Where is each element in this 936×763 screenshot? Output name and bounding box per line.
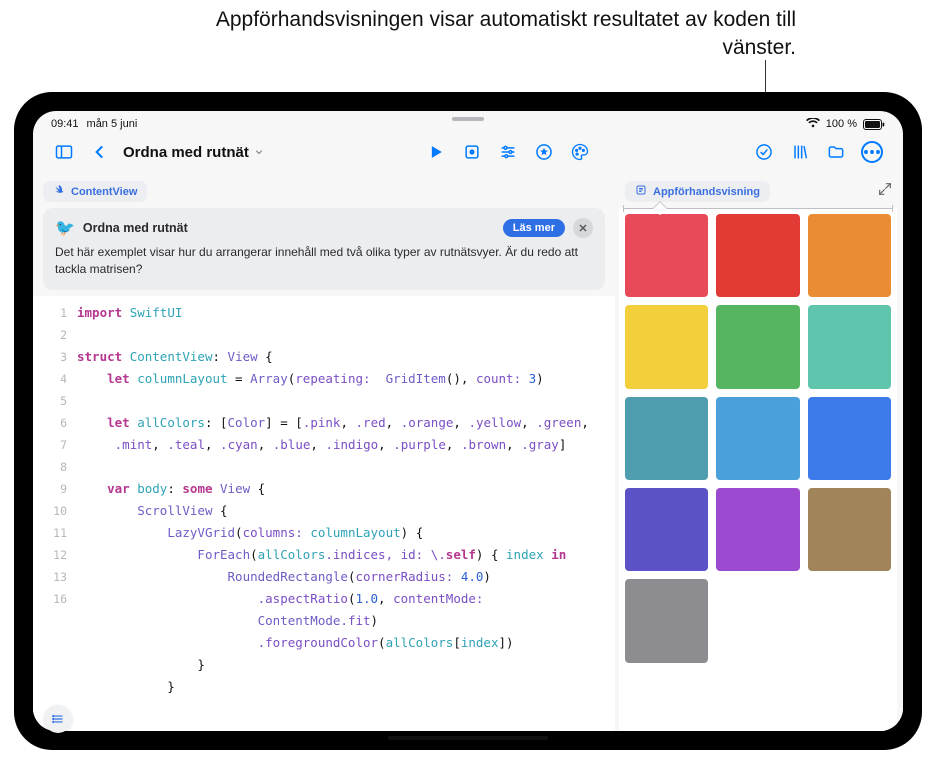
toolbar: Ordna med rutnät xyxy=(33,133,903,177)
battery-text: 100 % xyxy=(826,118,857,130)
color-swatch xyxy=(808,488,891,571)
color-swatch xyxy=(716,488,799,571)
code-body[interactable]: import SwiftUI struct ContentView: View … xyxy=(77,296,615,731)
project-title[interactable]: Ordna med rutnät xyxy=(119,144,269,161)
window-grabber[interactable] xyxy=(452,117,484,121)
outline-fab-button[interactable] xyxy=(44,705,72,733)
settings-sliders-icon[interactable] xyxy=(491,137,525,167)
callout-text: Appförhandsvisningen visar automatiskt r… xyxy=(200,6,796,63)
app-preview xyxy=(619,208,897,731)
expand-icon[interactable] xyxy=(877,181,893,202)
swift-icon xyxy=(53,184,65,199)
close-icon[interactable]: ✕ xyxy=(573,218,593,238)
project-title-label: Ordna med rutnät xyxy=(123,144,249,161)
status-time: 09:41 xyxy=(51,118,79,130)
ipad-frame: 09:41 mån 5 juni 100 % Ordna xyxy=(14,92,922,750)
file-chip-label: ContentView xyxy=(71,186,137,198)
step-icon[interactable] xyxy=(455,137,489,167)
battery-icon xyxy=(863,119,885,130)
status-bar: 09:41 mån 5 juni 100 % xyxy=(33,111,903,133)
color-swatch xyxy=(625,579,708,662)
banner-title: Ordna med rutnät xyxy=(83,221,495,235)
more-icon[interactable] xyxy=(855,137,889,167)
folder-icon[interactable] xyxy=(819,137,853,167)
library-icon[interactable] xyxy=(783,137,817,167)
sidebar-toggle-icon[interactable] xyxy=(47,137,81,167)
color-swatch xyxy=(716,305,799,388)
check-circle-icon[interactable] xyxy=(747,137,781,167)
read-more-button[interactable]: Läs mer xyxy=(503,219,565,237)
home-indicator[interactable] xyxy=(388,736,548,740)
file-chip[interactable]: ContentView xyxy=(43,181,147,202)
info-banner: 🐦 Ordna med rutnät Läs mer ✕ Det här exe… xyxy=(43,208,605,290)
status-date: mån 5 juni xyxy=(87,118,138,130)
color-swatch xyxy=(625,488,708,571)
preview-chip[interactable]: Appförhandsvisning xyxy=(625,181,770,202)
tutorial-icon: 🐦 xyxy=(55,218,75,238)
color-swatch xyxy=(808,214,891,297)
color-swatch xyxy=(808,397,891,480)
color-swatch xyxy=(625,397,708,480)
preview-grid xyxy=(625,214,891,663)
back-chevron-icon[interactable] xyxy=(83,137,117,167)
preview-chip-label: Appförhandsvisning xyxy=(653,186,760,198)
palette-icon[interactable] xyxy=(563,137,597,167)
chevron-down-icon xyxy=(253,146,265,158)
color-swatch xyxy=(625,214,708,297)
color-swatch xyxy=(808,305,891,388)
color-swatch xyxy=(716,397,799,480)
color-swatch xyxy=(625,305,708,388)
ipad-screen: 09:41 mån 5 juni 100 % Ordna xyxy=(33,111,903,731)
star-icon[interactable] xyxy=(527,137,561,167)
wifi-icon xyxy=(806,118,820,131)
line-gutter: 1 2 3 4 5 6 7 8 9 10 11 12 13 xyxy=(33,296,77,731)
run-icon[interactable] xyxy=(419,137,453,167)
banner-body: Det här exemplet visar hur du arrangerar… xyxy=(55,244,593,278)
color-swatch xyxy=(716,214,799,297)
app-preview-icon xyxy=(635,184,647,199)
code-editor[interactable]: 1 2 3 4 5 6 7 8 9 10 11 12 13 xyxy=(33,296,615,731)
